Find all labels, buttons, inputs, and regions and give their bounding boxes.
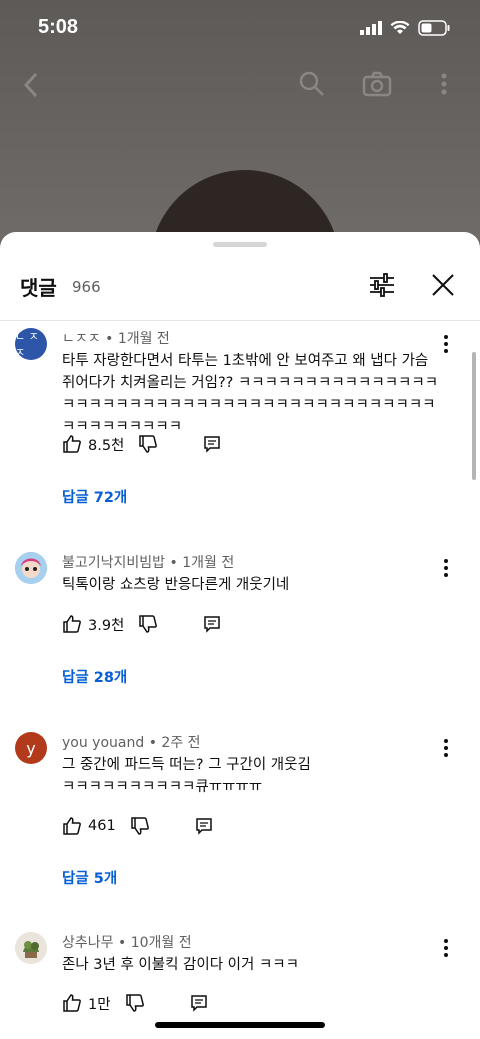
- comment-author[interactable]: you youand: [62, 735, 144, 751]
- like-count: 3.9천: [88, 617, 125, 634]
- avatar[interactable]: y: [15, 732, 47, 764]
- like-icon[interactable]: [62, 816, 82, 836]
- avatar[interactable]: [15, 552, 47, 584]
- camera-icon[interactable]: [362, 70, 392, 98]
- video-top-controls: [0, 60, 480, 110]
- drag-handle[interactable]: [213, 242, 267, 247]
- like-icon[interactable]: [62, 434, 82, 454]
- comments-count: 966: [72, 278, 101, 296]
- avatar-image: [15, 552, 47, 584]
- replies-link[interactable]: 답글 72개: [62, 486, 127, 507]
- dislike-icon[interactable]: [138, 614, 158, 634]
- wifi-icon: [390, 21, 410, 34]
- sort-filter-icon[interactable]: [368, 272, 396, 298]
- replies-link[interactable]: 답글 5개: [62, 867, 117, 888]
- comment-age: 2주 전: [161, 735, 201, 751]
- close-icon[interactable]: [430, 272, 456, 298]
- comments-header: 댓글 966: [0, 260, 480, 316]
- like-icon[interactable]: [62, 993, 82, 1013]
- dislike-icon[interactable]: [138, 434, 158, 454]
- video-frame-subject: [150, 170, 340, 240]
- signal-icon: [360, 21, 382, 35]
- comment-actions: 1만: [62, 991, 209, 1015]
- reply-icon[interactable]: [189, 993, 209, 1013]
- comment-text: 그 중간에 파드득 떠는? 그 구간이 개웃김 ㅋㅋㅋㅋㅋㅋㅋㅋㅋㅋ큐ㅠㅠㅠㅠ: [62, 757, 311, 795]
- header-divider: [0, 320, 480, 321]
- avatar-image: [15, 932, 47, 964]
- comment-text: 틱톡이랑 쇼츠랑 반응다른게 개웃기네: [62, 577, 290, 593]
- comment-actions: 8.5천: [62, 432, 222, 456]
- dislike-icon[interactable]: [125, 993, 145, 1013]
- search-icon[interactable]: [298, 70, 326, 98]
- scrollbar[interactable]: [472, 352, 476, 480]
- avatar[interactable]: ㄴ ㅈㅈ: [15, 328, 47, 360]
- comment-age: 1개월 전: [182, 555, 235, 571]
- reply-icon[interactable]: [202, 614, 222, 634]
- dislike-icon[interactable]: [130, 816, 150, 836]
- battery-icon: [418, 20, 450, 36]
- comment-meta: ㄴㅈㅈ • 1개월 전: [62, 331, 170, 347]
- replies-link[interactable]: 답글 28개: [62, 666, 127, 687]
- back-icon[interactable]: [20, 70, 44, 100]
- more-vert-icon[interactable]: [438, 70, 450, 98]
- avatar[interactable]: [15, 932, 47, 964]
- status-time: 5:08: [38, 16, 79, 38]
- reply-icon[interactable]: [194, 816, 214, 836]
- comment-meta: you youand • 2주 전: [62, 735, 201, 751]
- avatar-initials: y: [26, 738, 36, 758]
- comment-age: 1개월 전: [117, 331, 170, 347]
- comment-actions: 461: [62, 814, 214, 838]
- like-icon[interactable]: [62, 614, 82, 634]
- reply-icon[interactable]: [202, 434, 222, 454]
- like-count: 8.5천: [88, 437, 125, 454]
- avatar-initials: ㄴ ㅈㅈ: [15, 330, 39, 359]
- home-indicator[interactable]: [155, 1022, 325, 1028]
- comment-text: 타투 자랑한다면서 타투는 1초밖에 안 보여주고 왜 냅다 가슴 쥐어다가 치…: [62, 353, 439, 435]
- comment-author[interactable]: ㄴㅈㅈ: [62, 331, 101, 347]
- comment-author[interactable]: 불고기낙지비빔밥: [62, 555, 165, 571]
- comments-title: 댓글: [20, 276, 57, 300]
- like-count: 1만: [88, 996, 111, 1013]
- comment-meta: 불고기낙지비빔밥 • 1개월 전: [62, 555, 235, 571]
- like-count: 461: [88, 818, 116, 834]
- status-bar: 5:08: [0, 0, 480, 60]
- comments-sheet: 댓글 966 ㄴ ㅈㅈ ㄴㅈㅈ • 1개월 전 타투 자랑한다면서 타투는 1초…: [0, 232, 480, 1039]
- comment-actions: 3.9천: [62, 612, 222, 636]
- comment-text: 존나 3년 후 이불킥 감이다 이거 ㅋㅋㅋ: [62, 957, 299, 973]
- comment-age: 10개월 전: [130, 935, 192, 951]
- comment-meta: 상추나무 • 10개월 전: [62, 935, 192, 951]
- comment-author[interactable]: 상추나무: [62, 935, 114, 951]
